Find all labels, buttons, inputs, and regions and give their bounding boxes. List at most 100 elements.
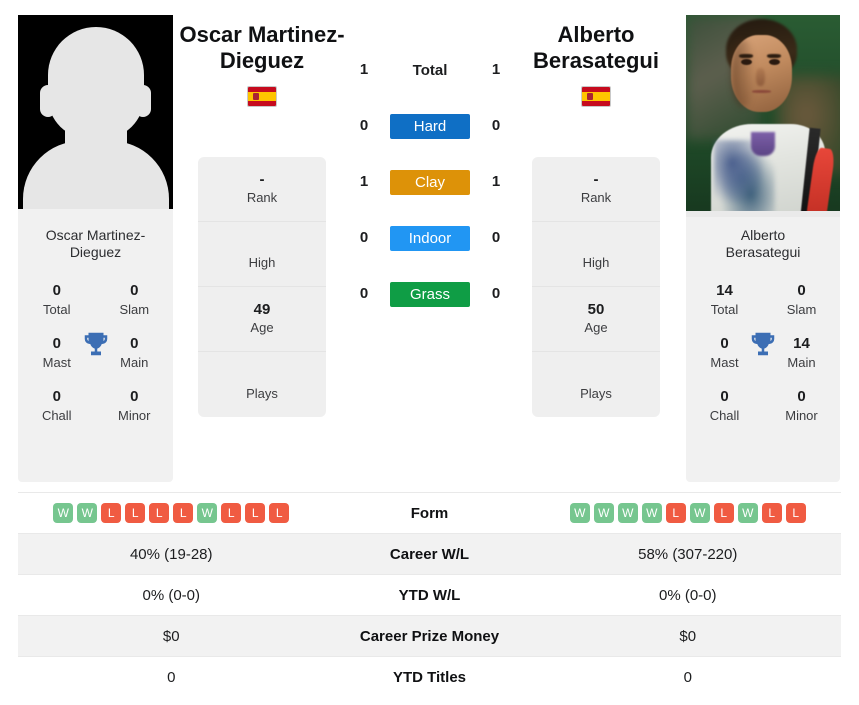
info-cell-high-right: High	[532, 222, 660, 287]
surface-row-indoor: 0 Indoor 0	[333, 226, 527, 254]
titles-name-left-line1: Oscar Martinez-	[45, 227, 146, 243]
titles-name-right-line2: Berasategui	[725, 244, 801, 261]
titles-name-left-line2: Dieguez	[69, 244, 122, 261]
player-portrait-image	[686, 15, 840, 217]
surface-indoor-label[interactable]: Indoor	[390, 226, 470, 251]
player-name-right-line2: Berasategui	[533, 47, 659, 73]
form-badge-loss[interactable]: L	[761, 503, 782, 523]
plays-label-right: Plays	[580, 385, 612, 401]
titles-minor-value-right: 0	[797, 387, 806, 405]
form-badge-loss[interactable]: L	[665, 503, 686, 523]
titles-slam-value-right: 0	[797, 281, 806, 299]
titles-total-left: 0 Total	[18, 273, 96, 326]
player-photo-right[interactable]	[686, 15, 840, 217]
surface-grass-label[interactable]: Grass	[390, 282, 470, 307]
ytd-titles-value-right: 0	[683, 668, 692, 686]
titles-mast-value-right: 0	[720, 334, 729, 352]
surface-row-hard: 0 Hard 0	[333, 114, 527, 142]
titles-total-value-left: 0	[52, 281, 61, 299]
comparison-stats-table: W W L L L L W L L L Form W W W W L W L W L L 40% (19-28) Caree…	[18, 492, 841, 697]
ytd-titles-value-left: 0	[167, 668, 176, 686]
titles-chall-left: 0 Chall	[18, 379, 96, 432]
titles-slam-label-left: Slam	[119, 301, 150, 317]
career-w-l-row-label: Career W/L	[389, 545, 470, 563]
titles-minor-left: 0 Minor	[96, 379, 174, 432]
ytd-w-l-row-label: YTD W/L	[398, 586, 461, 604]
career-w-l-value-right: 58% (307-220)	[638, 545, 738, 563]
form-badge-win[interactable]: W	[689, 503, 710, 523]
titles-chall-label-right: Chall	[709, 407, 740, 423]
stats-row-form: W W L L L L W L L L Form W W W W L W L W L L	[18, 492, 841, 533]
titles-minor-right: 0 Minor	[763, 379, 840, 432]
rank-value-right: -	[593, 171, 599, 188]
career-prize-money-row-label: Career Prize Money	[359, 627, 500, 645]
titles-minor-label-left: Minor	[117, 407, 151, 423]
form-badge-loss[interactable]: L	[221, 503, 242, 523]
trophy-icon	[751, 332, 775, 356]
spain-flag-icon-right	[581, 86, 611, 107]
career-prize-money-value-right: $0	[679, 627, 697, 645]
player-comparison-page: Oscar Martinez- Dieguez Alberto Berasate…	[0, 0, 859, 705]
surface-indoor-count-left: 0	[359, 229, 369, 246]
form-badge-loss[interactable]: L	[101, 503, 122, 523]
form-badge-loss[interactable]: L	[149, 503, 170, 523]
player-info-panel-left: - Rank High 49 Age Plays	[198, 157, 326, 417]
surface-total-count-left: 1	[359, 61, 369, 78]
form-badge-loss[interactable]: L	[269, 503, 290, 523]
titles-name-right-line1: Alberto	[740, 227, 786, 243]
form-cell-right: WWWWLWLWLL	[535, 503, 842, 523]
form-badge-win[interactable]: W	[53, 503, 74, 523]
surface-clay-label[interactable]: Clay	[390, 170, 470, 195]
player-photo-left[interactable]	[18, 15, 173, 217]
spain-flag-icon-left	[247, 86, 277, 107]
surface-total-count-right: 1	[491, 61, 501, 78]
surface-grass-count-left: 0	[359, 285, 369, 302]
form-badge-loss[interactable]: L	[245, 503, 266, 523]
ytd-w-l-value-right: 0% (0-0)	[658, 586, 717, 604]
stats-row-career-prize-money: $0 Career Prize Money $0	[18, 615, 841, 656]
career-prize-money-value-left: $0	[162, 627, 180, 645]
info-cell-high-left: High	[198, 222, 326, 287]
form-badge-win[interactable]: W	[197, 503, 218, 523]
form-badge-loss[interactable]: L	[173, 503, 194, 523]
stats-row-career-w-l: 40% (19-28) Career W/L 58% (307-220)	[18, 533, 841, 574]
surface-indoor-count-right: 0	[491, 229, 501, 246]
form-badge-win[interactable]: W	[593, 503, 614, 523]
titles-minor-label-right: Minor	[785, 407, 818, 423]
form-badge-loss[interactable]: L	[785, 503, 806, 523]
form-cell-left: WWLLLLWLLL	[18, 503, 325, 523]
player-name-right-line1: Alberto	[557, 22, 635, 47]
titles-minor-value-left: 0	[130, 387, 139, 405]
titles-total-label-left: Total	[43, 301, 71, 317]
form-badge-win[interactable]: W	[641, 503, 662, 523]
age-label-left: Age	[250, 320, 274, 335]
form-badge-win[interactable]: W	[569, 503, 590, 523]
titles-panel-right: Alberto Berasategui 14 Total 0 Slam 0 Ma…	[686, 217, 840, 482]
form-badge-win[interactable]: W	[77, 503, 98, 523]
info-cell-plays-left: Plays	[198, 352, 326, 417]
head-to-head-surface-list: 1 Total 1 0 Hard 0 1 Clay 1 0 Indoor 0 0 Grass 0	[333, 58, 527, 338]
form-badge-loss[interactable]: L	[713, 503, 734, 523]
titles-chall-right: 0 Chall	[686, 379, 763, 432]
surface-hard-count-right: 0	[491, 117, 501, 134]
titles-slam-left: 0 Slam	[96, 273, 174, 326]
info-cell-rank-left: - Rank	[198, 157, 326, 222]
form-badge-win[interactable]: W	[617, 503, 638, 523]
form-badge-win[interactable]: W	[737, 503, 758, 523]
titles-mast-label-left: Mast	[42, 354, 71, 370]
surface-row-grass: 0 Grass 0	[333, 282, 527, 310]
info-cell-plays-right: Plays	[532, 352, 660, 417]
titles-chall-value-right: 0	[720, 387, 729, 405]
titles-total-value-right: 14	[716, 281, 733, 299]
age-label-right: Age	[584, 320, 608, 335]
titles-mast-label-right: Mast	[710, 354, 739, 370]
titles-row: 0 Chall 0 Minor	[18, 379, 173, 432]
titles-row: 0 Total 0 Slam	[18, 273, 173, 326]
form-badge-loss[interactable]: L	[125, 503, 146, 523]
age-value-right: 50	[587, 301, 605, 318]
titles-row: 14 Total 0 Slam	[686, 273, 840, 326]
titles-chall-value-left: 0	[52, 387, 61, 405]
info-cell-age-right: 50 Age	[532, 287, 660, 352]
comparison-header: Oscar Martinez- Dieguez Alberto Berasate…	[0, 0, 859, 490]
surface-hard-label[interactable]: Hard	[390, 114, 470, 139]
